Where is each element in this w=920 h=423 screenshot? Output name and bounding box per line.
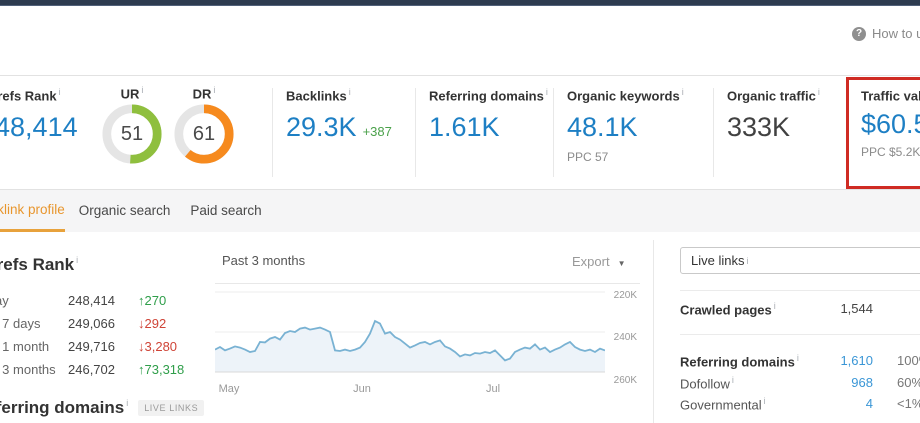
dr-gauge: DRi 61: [171, 85, 237, 165]
divider: [713, 88, 714, 177]
table-row: Last 3 months 246,702 ↑73,318: [0, 358, 184, 381]
y-axis-tick: 240K: [595, 332, 637, 343]
referring-domains-row-pct: 100%: [897, 353, 920, 368]
metric-organic-keywords: Organic keywordsi 48.1K PPC 57: [567, 87, 684, 164]
row-change: ↓292: [115, 316, 184, 331]
referring-domains-row-value[interactable]: 1,610: [773, 353, 873, 368]
gauge-label: DRi: [193, 85, 216, 101]
dofollow-row-value[interactable]: 968: [773, 375, 873, 390]
gauge-value: 61: [173, 103, 235, 165]
ahrefs-rank-heading: Ahrefs Ranki: [0, 255, 78, 275]
metrics-summary-card: Ahrefs Ranki 248,414 URi 51 DRi 61: [0, 75, 920, 190]
metric-ahrefs-rank: Ahrefs Ranki 248,414: [0, 87, 78, 143]
divider: [553, 88, 554, 177]
y-axis-tick: 220K: [595, 290, 637, 301]
info-icon[interactable]: i: [732, 375, 734, 385]
row-change: ↑270: [115, 293, 184, 308]
divider: [680, 290, 920, 291]
crawled-pages-label: Crawled pagesi: [680, 301, 776, 317]
divider: [653, 240, 654, 423]
tab-paid-search[interactable]: Paid search: [190, 190, 261, 232]
row-label: Last 7 days: [0, 316, 58, 331]
row-value: 249,066: [58, 316, 115, 331]
metric-value[interactable]: 29.3K+387: [286, 112, 392, 143]
y-axis-tick: 260K: [595, 375, 637, 386]
rank-chart-svg: [215, 288, 605, 378]
tab-bar: Backlink profile Organic search Paid sea…: [0, 190, 920, 232]
info-icon[interactable]: i: [76, 255, 78, 265]
x-axis-tick: Jul: [478, 383, 508, 395]
row-label: Last 3 months: [0, 362, 58, 377]
info-icon[interactable]: i: [764, 396, 766, 406]
row-change: ↑73,318: [115, 362, 184, 377]
metric-value: 333K: [727, 112, 820, 143]
metric-referring-domains: Referring domainsi 1.61K: [429, 87, 548, 143]
tab-backlink-profile[interactable]: Backlink profile: [0, 190, 65, 232]
info-icon[interactable]: i: [546, 87, 548, 97]
ahrefs-rank-table: Today 248,414 ↑270 Last 7 days 249,066 ↓…: [0, 289, 184, 381]
metric-label: Referring domainsi: [429, 87, 548, 103]
tab-organic-search[interactable]: Organic search: [79, 190, 171, 232]
row-change: ↓3,280: [115, 339, 184, 354]
crawled-pages-value: 1,544: [773, 301, 873, 316]
row-label: Today: [0, 293, 58, 308]
divider: [680, 334, 920, 335]
table-row: Last 7 days 249,066 ↓292: [0, 312, 184, 335]
chevron-down-icon: ▼: [618, 259, 626, 268]
info-icon[interactable]: i: [141, 85, 143, 95]
metric-label: Traffic valuei: [861, 87, 920, 103]
top-navigation-bar: [0, 0, 920, 6]
referring-domains-heading: Referring domainsi LIVE LINKS: [0, 398, 204, 418]
table-row: Last 1 month 249,716 ↓3,280: [0, 335, 184, 358]
info-icon[interactable]: i: [126, 398, 128, 408]
row-value: 249,716: [58, 339, 115, 354]
gauge-value: 51: [101, 103, 163, 165]
divider: [272, 88, 273, 177]
info-icon[interactable]: i: [746, 256, 748, 266]
metric-backlinks: Backlinksi 29.3K+387: [286, 87, 392, 143]
metric-sub-value: PPC 57: [567, 150, 684, 164]
traffic-value-highlight-box: Traffic valuei $60.5K PPC $5.2K: [846, 77, 920, 189]
info-icon[interactable]: i: [682, 87, 684, 97]
info-icon[interactable]: i: [213, 85, 215, 95]
info-icon[interactable]: i: [349, 87, 351, 97]
chart-range-label: Past 3 months: [222, 253, 305, 268]
info-icon[interactable]: i: [59, 87, 61, 97]
governmental-row-label: Governmentali: [680, 396, 766, 412]
help-link-label: How to u: [872, 26, 920, 41]
governmental-row-pct: <1%: [897, 396, 920, 411]
governmental-row-value[interactable]: 4: [773, 396, 873, 411]
divider: [215, 283, 640, 284]
help-link[interactable]: ? How to u: [852, 26, 920, 41]
export-button[interactable]: Export▼: [572, 254, 626, 269]
metric-value[interactable]: $60.5K: [861, 109, 920, 140]
metric-value[interactable]: 1.61K: [429, 112, 548, 143]
site-explorer-page: ? How to u Ahrefs Ranki 248,414 URi 51 D…: [0, 0, 920, 423]
metric-value[interactable]: 248,414: [0, 112, 78, 143]
dofollow-row-label: Dofollowi: [680, 375, 734, 391]
rank-chart[interactable]: [215, 288, 605, 378]
metric-label: Backlinksi: [286, 87, 392, 103]
divider: [415, 88, 416, 177]
x-axis-tick: May: [214, 383, 244, 395]
metric-organic-traffic: Organic traffici 333K: [727, 87, 820, 143]
metric-value[interactable]: 48.1K: [567, 112, 684, 143]
dofollow-row-pct: 60%: [897, 375, 920, 390]
table-row: Today 248,414 ↑270: [0, 289, 184, 312]
row-value: 246,702: [58, 362, 115, 377]
metric-label: Organic keywordsi: [567, 87, 684, 103]
metric-label: Ahrefs Ranki: [0, 87, 78, 103]
x-axis-tick: Jun: [347, 383, 377, 395]
gauge-label: URi: [121, 85, 144, 101]
question-circle-icon: ?: [852, 27, 866, 41]
metric-sub-value: PPC $5.2K: [861, 145, 920, 159]
metric-label: Organic traffici: [727, 87, 820, 103]
row-label: Last 1 month: [0, 339, 58, 354]
live-links-dropdown[interactable]: Live linksi: [680, 247, 920, 274]
ur-gauge: URi 51: [99, 85, 165, 165]
row-value: 248,414: [58, 293, 115, 308]
info-icon[interactable]: i: [818, 87, 820, 97]
live-links-badge: LIVE LINKS: [138, 400, 204, 416]
metric-delta: +387: [363, 124, 392, 139]
